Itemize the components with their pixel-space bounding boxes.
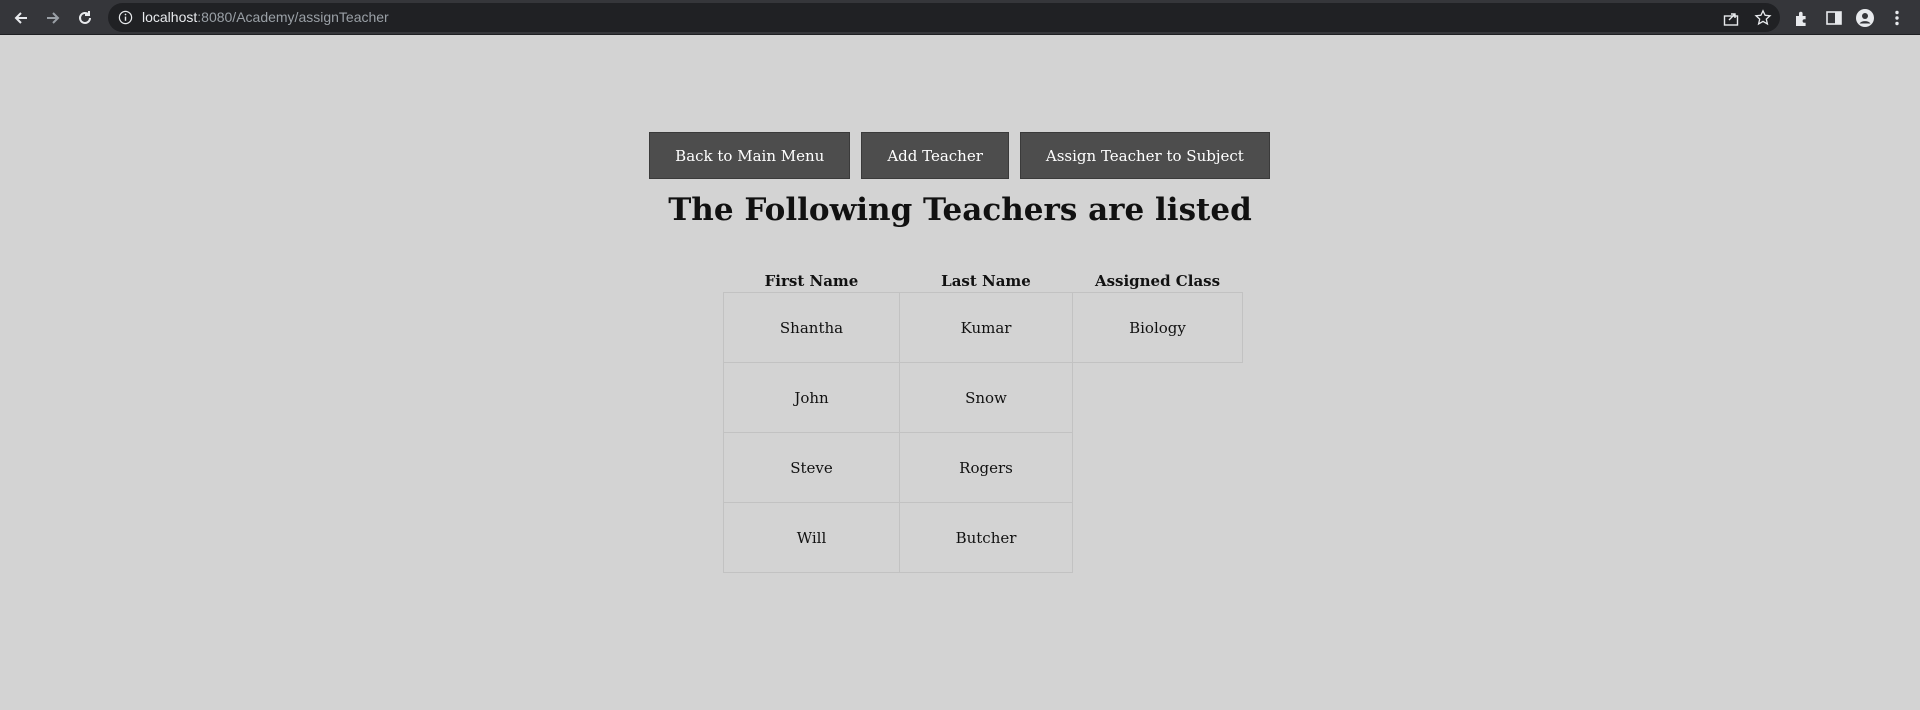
last-name-cell: Snow [899, 362, 1073, 433]
assigned-class-cell [1073, 433, 1243, 503]
forward-arrow-icon[interactable] [39, 4, 67, 32]
address-bar[interactable]: localhost:8080/Academy/assignTeacher [108, 3, 1780, 32]
table-row: John Snow [723, 362, 1243, 433]
column-header-assigned-class: Assigned Class [1094, 272, 1221, 290]
menu-kebab-icon[interactable] [1887, 8, 1907, 28]
last-name-cell: Rogers [899, 432, 1073, 503]
teachers-table: First Name Last Name Assigned Class Shan… [723, 271, 1243, 573]
table-row: Steve Rogers [723, 432, 1243, 503]
info-icon[interactable] [118, 10, 133, 25]
table-header-row: First Name Last Name Assigned Class [724, 271, 1243, 293]
page-title: The Following Teachers are listed [668, 192, 1252, 228]
profile-avatar-icon[interactable] [1855, 8, 1875, 28]
side-panel-icon[interactable] [1824, 8, 1844, 28]
table-row: Shantha Kumar Biology [723, 292, 1243, 363]
back-arrow-icon[interactable] [7, 4, 35, 32]
last-name-cell: Butcher [899, 502, 1073, 573]
reload-icon[interactable] [71, 4, 99, 32]
browser-toolbar: localhost:8080/Academy/assignTeacher [0, 0, 1920, 35]
extensions-icon[interactable] [1792, 8, 1812, 28]
first-name-cell: Will [723, 502, 900, 573]
column-header-last-name: Last Name [941, 272, 1031, 290]
share-icon[interactable] [1722, 9, 1740, 27]
assigned-class-cell [1073, 503, 1243, 573]
url-text: localhost:8080/Academy/assignTeacher [142, 3, 389, 32]
first-name-cell: Shantha [723, 292, 900, 363]
first-name-cell: John [723, 362, 900, 433]
first-name-cell: Steve [723, 432, 900, 503]
add-teacher-button[interactable]: Add Teacher [861, 132, 1009, 179]
url-host: localhost [142, 9, 198, 25]
assign-teacher-to-subject-button[interactable]: Assign Teacher to Subject [1019, 132, 1270, 179]
action-button-row: Back to Main Menu Add Teacher Assign Tea… [0, 132, 1920, 179]
page-content: Back to Main Menu Add Teacher Assign Tea… [0, 35, 1920, 710]
table-row: Will Butcher [723, 502, 1243, 573]
column-header-first-name: First Name [764, 272, 859, 290]
url-path: :8080/Academy/assignTeacher [197, 9, 389, 25]
bookmark-star-icon[interactable] [1754, 9, 1772, 27]
back-to-main-menu-button[interactable]: Back to Main Menu [649, 132, 851, 179]
assigned-class-cell [1073, 363, 1243, 433]
last-name-cell: Kumar [899, 292, 1073, 363]
assigned-class-cell: Biology [1072, 292, 1243, 363]
